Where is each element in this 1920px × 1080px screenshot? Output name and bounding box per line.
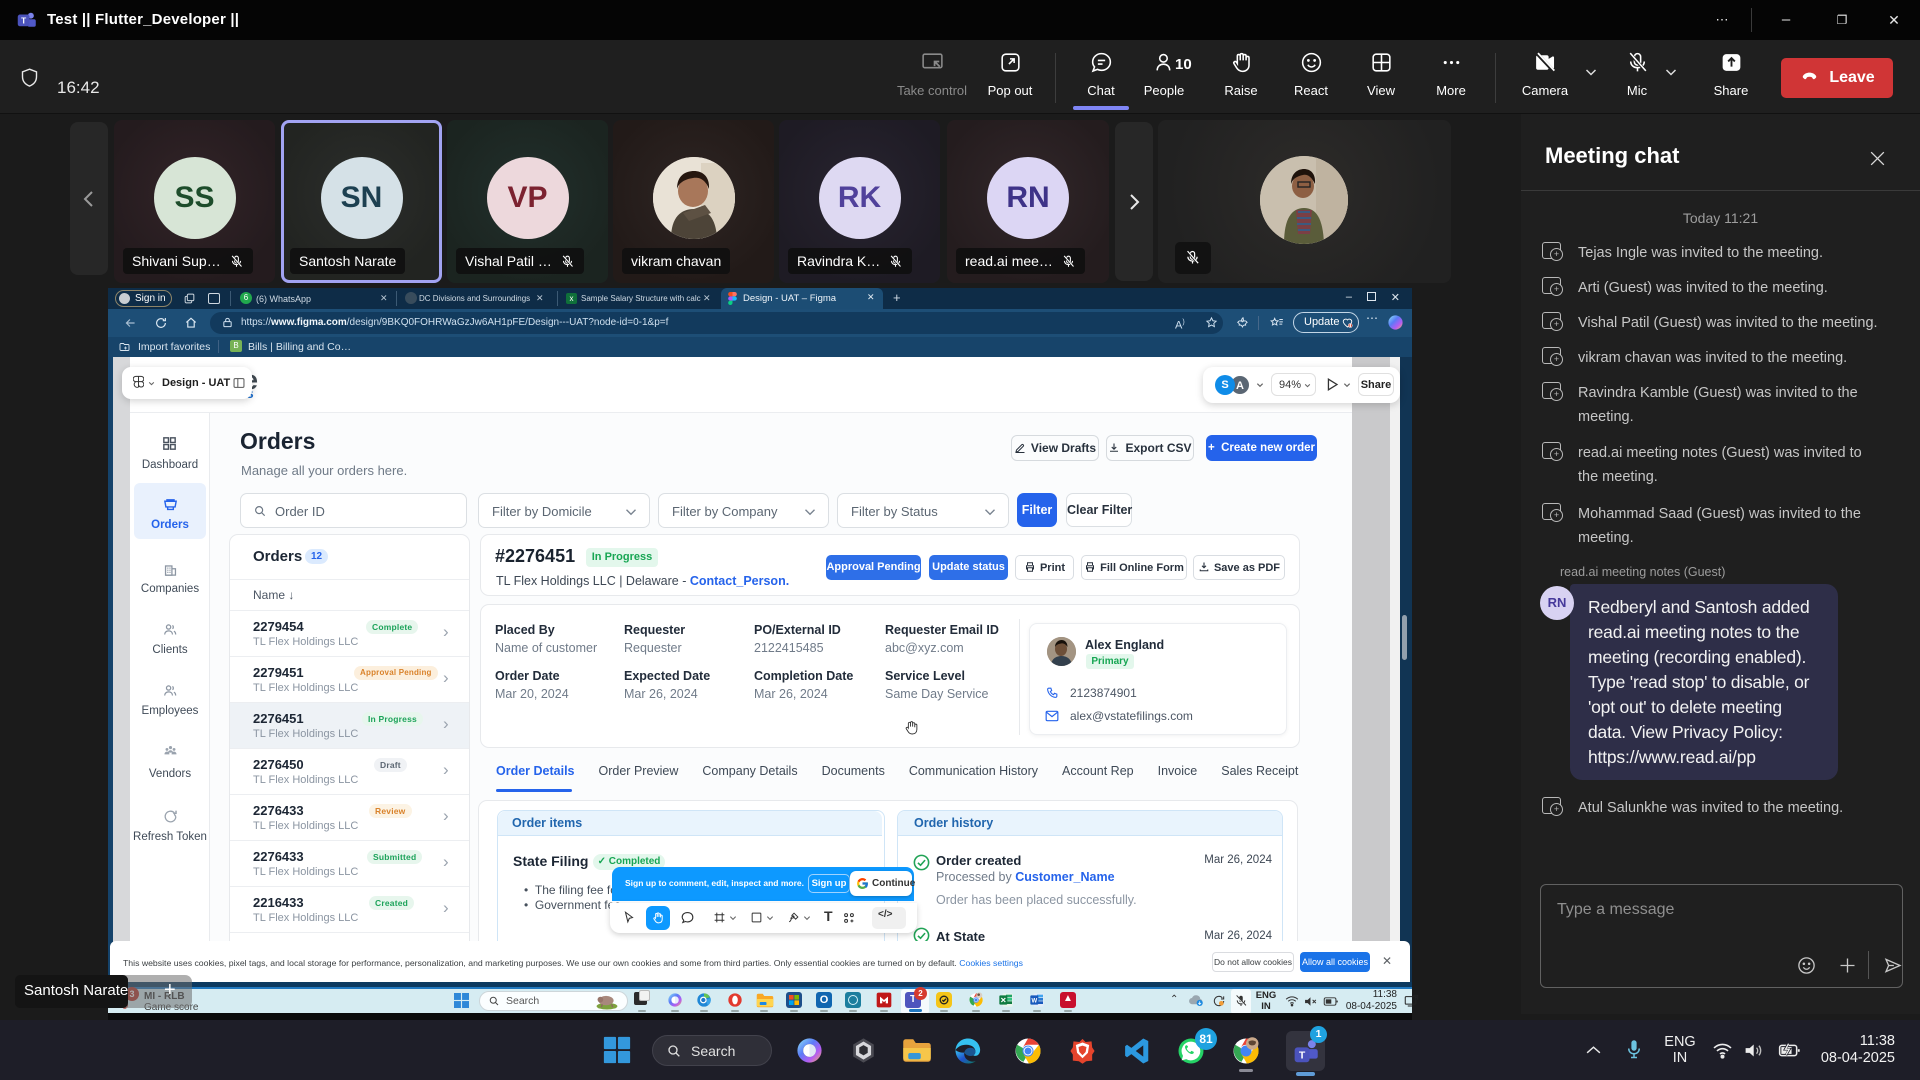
svg-text:W: W — [1031, 999, 1037, 1005]
svg-text:T: T — [1299, 1051, 1306, 1062]
svg-text:T: T — [21, 16, 26, 26]
svg-text:!: ! — [1350, 323, 1351, 327]
